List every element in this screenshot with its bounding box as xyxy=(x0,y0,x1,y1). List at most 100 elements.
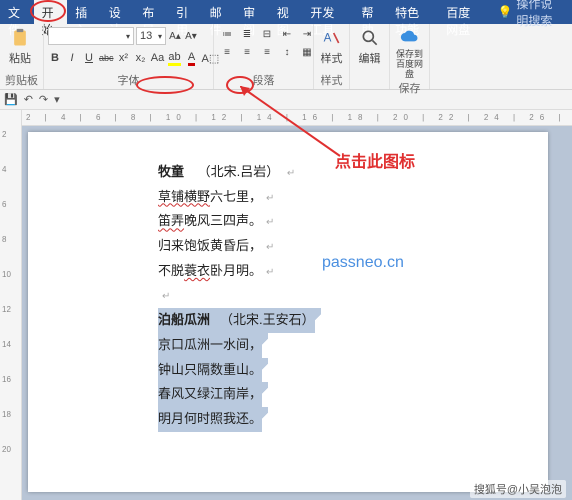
save-baidu-label: 保存到百度网盘 xyxy=(394,50,425,80)
font-name-combo[interactable]: ▾ xyxy=(48,27,134,45)
poem1-line2a: 笛弄 xyxy=(158,213,184,228)
bold-button[interactable]: B xyxy=(48,50,62,66)
poem1-line3: 归来饱饭黄昏后， ↵ xyxy=(158,234,548,259)
vruler-tick: 4 xyxy=(2,165,6,174)
align-right-icon[interactable]: ≡ xyxy=(258,44,276,60)
clipboard-group: 粘贴 剪贴板 xyxy=(0,24,44,89)
line-spacing-icon[interactable]: ↕ xyxy=(278,44,296,60)
poem2-line3-text: 春风又绿江南岸， xyxy=(158,382,262,407)
undo-icon[interactable]: ↶ xyxy=(24,93,33,106)
save-icon[interactable]: 💾 xyxy=(4,93,18,106)
poem1-line3-text: 归来饱饭黄昏后， xyxy=(158,238,262,253)
tab-view[interactable]: 视图 xyxy=(269,0,303,24)
tab-layout[interactable]: 布局 xyxy=(134,0,168,24)
vruler-tick: 2 xyxy=(2,130,6,139)
poem1-line4: 不脱蓑衣卧月明。↵ xyxy=(158,259,548,284)
edit-button[interactable]: 编辑 xyxy=(354,26,385,66)
paragraph-mark-icon: ↵ xyxy=(266,217,274,228)
highlight-button[interactable]: ab xyxy=(168,50,182,66)
shrink-font-icon[interactable]: A▾ xyxy=(184,29,198,43)
tab-help[interactable]: 帮助 xyxy=(354,0,388,24)
redo-icon[interactable]: ↷ xyxy=(39,93,48,106)
styles-label: 样式 xyxy=(321,50,343,66)
paragraph-group-label: 段落 xyxy=(218,72,309,89)
ribbon: 粘贴 剪贴板 ▾ 13▾ A▴ A▾ B I U abc x² x₂ Aa ab… xyxy=(0,24,572,90)
tab-references[interactable]: 引用 xyxy=(168,0,202,24)
font-group-label: 字体 xyxy=(48,72,209,89)
underline-button[interactable]: U xyxy=(82,50,96,66)
tab-file[interactable]: 文件 xyxy=(0,0,34,24)
document-page[interactable]: 牧童 （北宋.吕岩） ↵ 草铺横野六七里，↵ 笛弄晚风三四声。↵ 归来饱饭黄昏后… xyxy=(28,132,548,492)
save-group-label: 保存 xyxy=(394,80,425,97)
page-viewport[interactable]: 2 | 4 | 6 | 8 | 10 | 12 | 14 | 16 | 18 |… xyxy=(22,110,572,500)
superscript-button[interactable]: x² xyxy=(117,50,131,66)
blank-para: ↵ xyxy=(158,283,548,308)
tab-home[interactable]: 开始 xyxy=(34,0,68,24)
vertical-ruler: 2 4 6 8 10 12 14 16 18 20 xyxy=(0,110,22,500)
vruler-tick: 12 xyxy=(2,305,11,314)
tab-baidu[interactable]: 百度网盘 xyxy=(438,0,489,24)
poem1-line1b: 六七里， xyxy=(210,189,262,204)
poem2-author: （北宋.王安石） xyxy=(220,312,315,327)
font-size-value: 13 xyxy=(140,30,152,42)
svg-text:A: A xyxy=(323,31,331,44)
strikethrough-button[interactable]: abc xyxy=(99,50,114,66)
poem1-line2b: 晚风三四声。 xyxy=(184,213,262,228)
poem1-line4a: 不脱 xyxy=(158,263,184,278)
poem2-line4-text: 明月何时照我还。 xyxy=(158,407,262,432)
paragraph-mark-icon: ↵ xyxy=(287,168,295,179)
align-left-icon[interactable]: ≡ xyxy=(218,44,236,60)
poem2-line3: 春风又绿江南岸， xyxy=(158,382,548,407)
poem1-title-line: 牧童 （北宋.吕岩） ↵ xyxy=(158,160,548,185)
edit-group-label xyxy=(354,76,385,89)
styles-icon: A xyxy=(322,28,342,48)
vruler-tick: 6 xyxy=(2,200,6,209)
find-icon xyxy=(360,28,380,48)
paragraph-mark-icon: ↵ xyxy=(266,242,274,253)
save-baidu-button[interactable]: 保存到百度网盘 xyxy=(394,26,425,80)
bullets-icon[interactable]: ≔ xyxy=(218,26,236,42)
qat-more-icon[interactable]: ▾ xyxy=(54,93,60,106)
paragraph-mark-icon: ↵ xyxy=(266,193,274,204)
vruler-tick: 18 xyxy=(2,410,11,419)
change-case-button[interactable]: Aa xyxy=(151,50,165,66)
align-center-icon[interactable]: ≡ xyxy=(238,44,256,60)
poem2-title-line: 泊船瓜洲 （北宋.王安石） xyxy=(158,308,548,333)
tab-mailings[interactable]: 邮件 xyxy=(202,0,236,24)
font-color-button[interactable]: A xyxy=(185,50,199,66)
tell-me-search[interactable]: 💡 操作说明搜索 xyxy=(489,0,572,24)
tell-me-label: 操作说明搜索 xyxy=(516,0,564,29)
poem2-title: 泊船瓜洲 xyxy=(158,312,210,327)
highlight-icon: ab xyxy=(168,51,180,66)
paragraph-mark-icon: ↵ xyxy=(162,291,170,302)
poem2-line1: 京口瓜洲一水间， xyxy=(158,333,548,358)
subscript-button[interactable]: x₂ xyxy=(134,50,148,66)
poem2-line4: 明月何时照我还。 xyxy=(158,407,548,432)
multilevel-icon[interactable]: ⊟ xyxy=(258,26,276,42)
lightbulb-icon: 💡 xyxy=(497,5,512,19)
vruler-tick: 10 xyxy=(2,270,11,279)
poem1-author: （北宋.吕岩） xyxy=(198,164,280,179)
paragraph-mark-icon: ↵ xyxy=(266,267,274,278)
tab-insert[interactable]: 插入 xyxy=(67,0,101,24)
grow-font-icon[interactable]: A▴ xyxy=(168,29,182,43)
styles-button[interactable]: A 样式 xyxy=(318,26,345,66)
edit-label: 编辑 xyxy=(359,50,381,66)
paste-button[interactable]: 粘贴 xyxy=(4,26,36,66)
edit-group: 编辑 xyxy=(350,24,390,89)
tab-design[interactable]: 设计 xyxy=(101,0,135,24)
paragraph-group: ≔ ≣ ⊟ ⇤ ⇥ ≡ ≡ ≡ ↕ ▦ 段落 xyxy=(214,24,314,89)
poem1-line4b: 蓑衣 xyxy=(184,263,210,278)
vruler-tick: 14 xyxy=(2,340,11,349)
vruler-tick: 16 xyxy=(2,375,11,384)
tab-review[interactable]: 审阅 xyxy=(235,0,269,24)
vruler-tick: 20 xyxy=(2,445,11,454)
tab-special[interactable]: 特色功能 xyxy=(387,0,438,24)
italic-button[interactable]: I xyxy=(65,50,79,66)
decrease-indent-icon[interactable]: ⇤ xyxy=(278,26,296,42)
font-color-icon: A xyxy=(188,51,195,66)
tab-developer[interactable]: 开发工具 xyxy=(302,0,353,24)
document-area: 2 4 6 8 10 12 14 16 18 20 2 | 4 | 6 | 8 … xyxy=(0,110,572,500)
numbering-icon[interactable]: ≣ xyxy=(238,26,256,42)
font-size-combo[interactable]: 13▾ xyxy=(136,27,166,45)
